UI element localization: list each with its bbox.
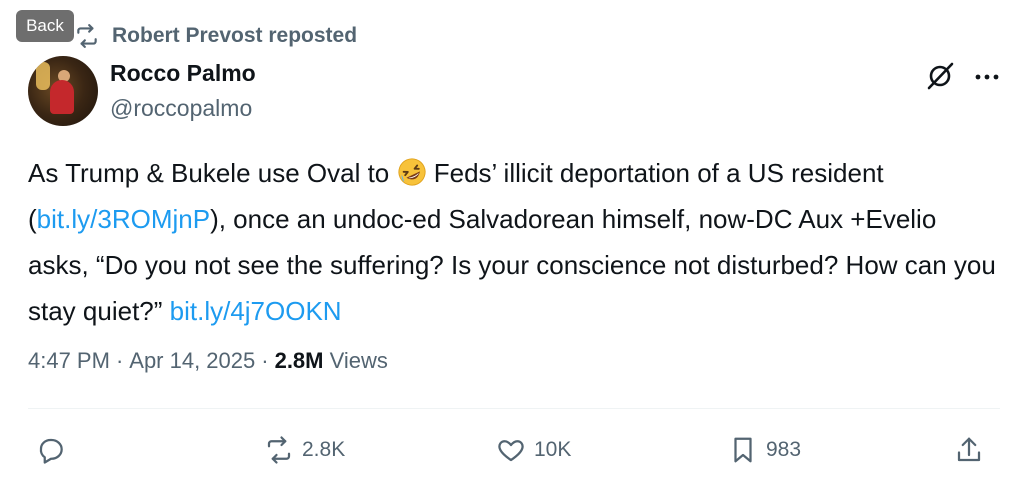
views-count: 2.8M — [274, 348, 324, 373]
tweet-meta: 4:47 PM · Apr 14, 2025 · 2.8M Views — [28, 348, 388, 374]
back-button[interactable]: Back — [16, 10, 74, 42]
bookmark-count: 983 — [766, 438, 802, 461]
tweet-actions: 2.8K 10K 983 — [28, 428, 1003, 472]
tweet-text: As Trump & Bukele use Oval to Feds’ illi… — [28, 150, 1003, 334]
rolling-on-floor-laughing-emoji — [397, 158, 426, 186]
meta-separator: · — [261, 348, 269, 373]
repost-label: Robert Prevost reposted — [112, 24, 358, 47]
meta-separator: · — [115, 348, 124, 373]
tweet-link-2[interactable]: bit.ly/4j7OOKN — [170, 296, 342, 326]
share-button[interactable] — [954, 428, 984, 472]
tweet-text-part1: As Trump & Bukele use Oval to — [28, 158, 397, 188]
reply-icon — [39, 438, 63, 464]
bookmark-icon — [734, 437, 752, 463]
share-icon — [957, 437, 981, 462]
grok-icon[interactable] — [924, 60, 956, 92]
tweet-link-1[interactable]: bit.ly/3ROMjnP — [37, 204, 210, 234]
avatar[interactable] — [28, 56, 98, 126]
divider — [28, 408, 1000, 409]
repost-count: 2.8K — [302, 438, 346, 461]
heart-icon — [498, 440, 524, 462]
tweet-time[interactable]: 4:47 PM — [28, 348, 110, 374]
views-label: Views — [329, 348, 388, 373]
author-handle[interactable]: @roccopalmo — [110, 95, 252, 122]
tweet-date[interactable]: Apr 14, 2025 — [129, 348, 255, 374]
reply-button[interactable] — [36, 428, 66, 472]
repost-icon — [267, 436, 291, 464]
bookmark-button[interactable]: 983 — [728, 428, 801, 472]
repost-button[interactable]: 2.8K — [264, 428, 345, 472]
author-display-name[interactable]: Rocco Palmo — [110, 60, 256, 87]
repost-icon — [77, 24, 97, 48]
like-count: 10K — [534, 438, 572, 461]
more-icon[interactable] — [972, 62, 1002, 92]
like-button[interactable]: 10K — [496, 428, 571, 472]
repost-indicator[interactable]: Robert Prevost reposted — [74, 22, 357, 50]
